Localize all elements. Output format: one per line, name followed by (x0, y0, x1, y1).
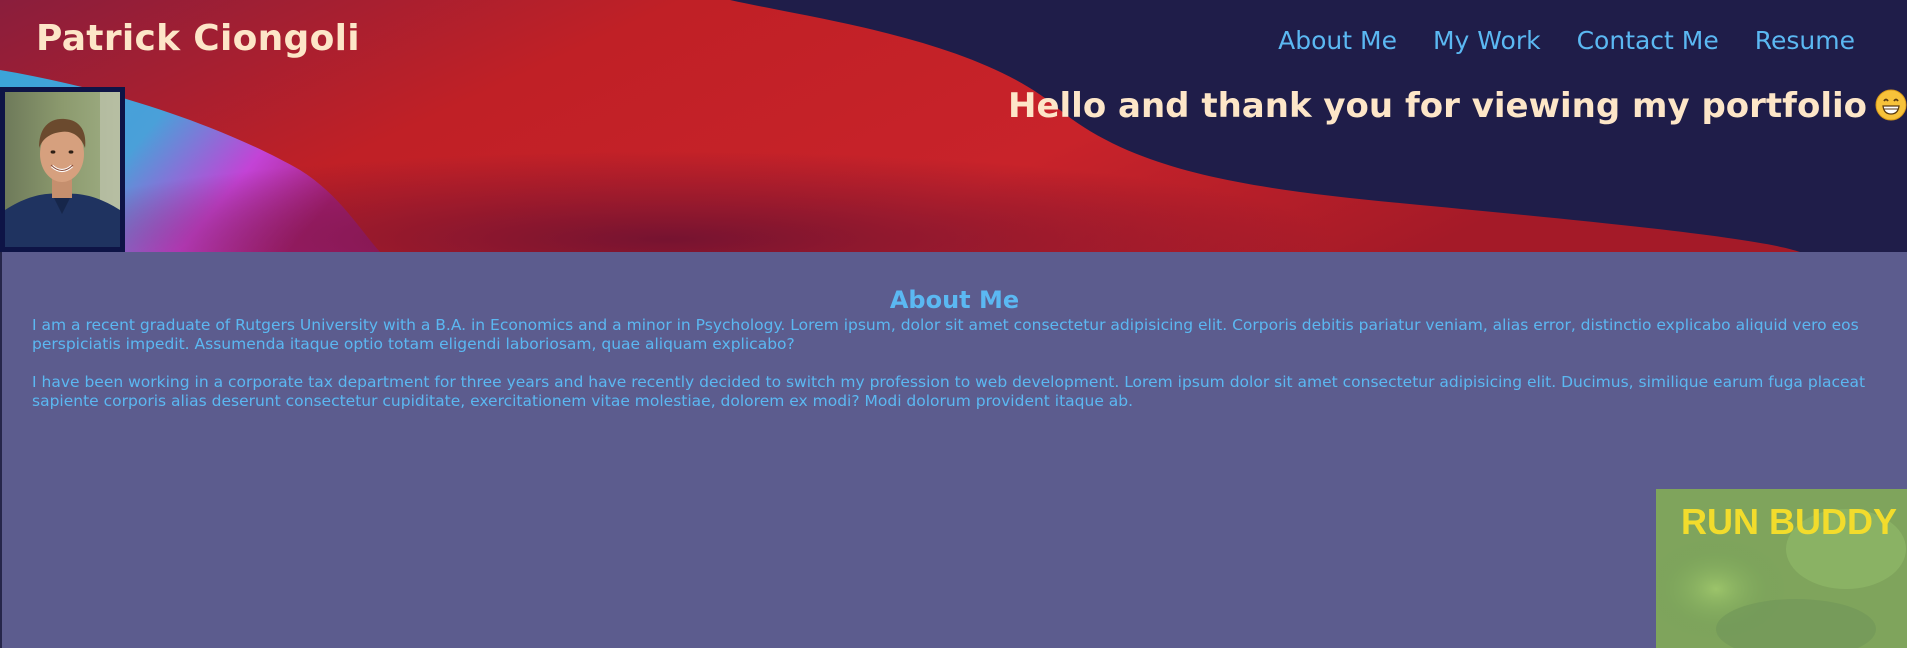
nav-link-resume[interactable]: Resume (1755, 26, 1855, 55)
nav-link-my-work[interactable]: My Work (1433, 26, 1541, 55)
about-section: About Me I am a recent graduate of Rutge… (0, 252, 1907, 648)
profile-photo (0, 87, 125, 252)
about-heading: About Me (889, 286, 1020, 314)
nav-item-about: About Me (1278, 26, 1397, 55)
project-title: RUN BUDDY (1681, 501, 1897, 542)
hero-header: Patrick Ciongoli About Me My Work Contac… (0, 0, 1907, 252)
main-nav: About Me My Work Contact Me Resume (1278, 26, 1855, 55)
nav-item-resume: Resume (1755, 26, 1855, 55)
greeting-text: Hello and thank you for viewing my portf… (1008, 86, 1907, 126)
nav-item-contact: Contact Me (1577, 26, 1719, 55)
nav-link-contact-me[interactable]: Contact Me (1577, 26, 1719, 55)
about-paragraph: I have been working in a corporate tax d… (32, 373, 1866, 410)
profile-portrait (5, 92, 120, 247)
site-title: Patrick Ciongoli (36, 18, 360, 59)
nav-item-work: My Work (1433, 26, 1541, 55)
nav-link-about-me[interactable]: About Me (1278, 26, 1397, 55)
project-card-run-buddy[interactable]: RUN BUDDY (1656, 489, 1907, 648)
about-paragraph: I am a recent graduate of Rutgers Univer… (32, 316, 1859, 353)
about-body: I am a recent graduate of Rutgers Univer… (32, 316, 1901, 430)
greeting-label: Hello and thank you for viewing my portf… (1008, 86, 1867, 126)
grinning-face-icon (1875, 89, 1907, 121)
